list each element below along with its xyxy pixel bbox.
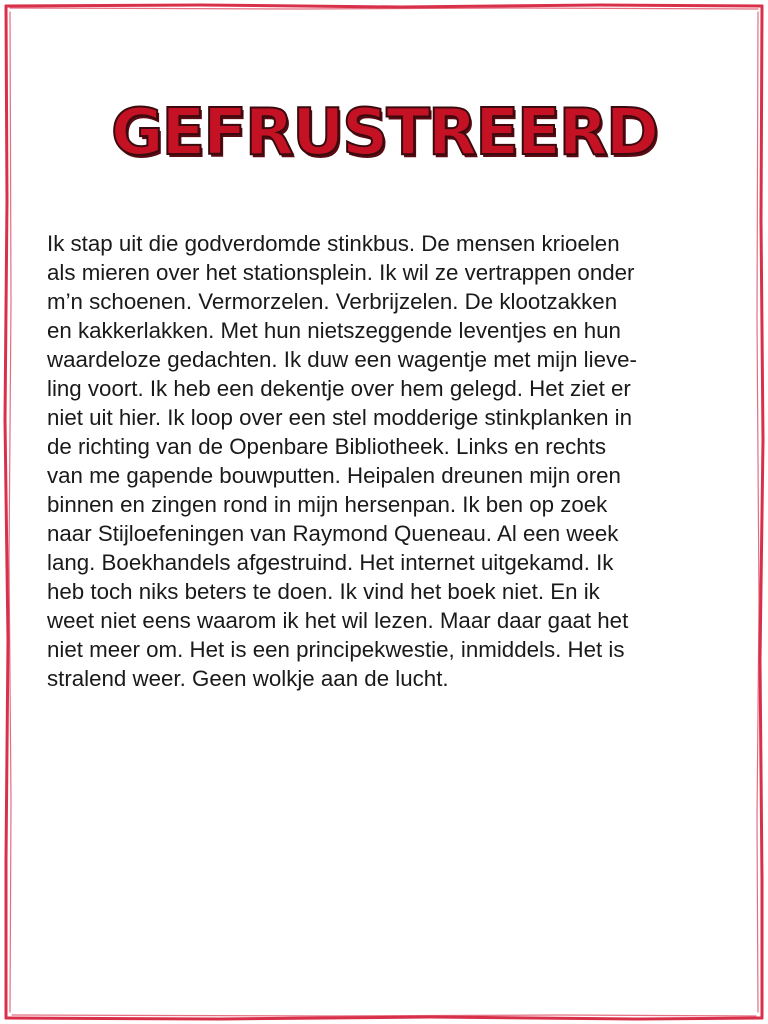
text-line: Ik stap uit die godverdomde stinkbus. De… [47, 231, 620, 256]
text-line: de richting van de Openbare Bibliotheek.… [47, 434, 607, 459]
text-line: weet niet eens waarom ik het wil lezen. … [47, 608, 629, 633]
text-line: niet meer om. Het is een principekwestie… [47, 637, 625, 662]
text-line: naar Stijloefeningen van Raymond Queneau… [47, 521, 619, 546]
text-line: ling voort. Ik heb een dekentje over hem… [47, 376, 631, 401]
page: GEFRUSTREERD Ik stap uit die godverdomde… [0, 0, 768, 1024]
text-line: binnen en zingen rond in mijn hersenpan.… [47, 492, 608, 517]
text-line: van me gapende bouwputten. Heipalen dreu… [47, 463, 621, 488]
text-line: waardeloze gedachten. Ik duw een wagentj… [47, 347, 637, 372]
text-line: en kakkerlakken. Met hun nietszeggende l… [47, 318, 621, 343]
text-line: stralend weer. Geen wolkje aan de lucht. [47, 666, 449, 691]
story-text: Ik stap uit die godverdomde stinkbus. De… [47, 229, 737, 693]
text-line: niet uit hier. Ik loop over een stel mod… [47, 405, 633, 430]
text-line: m’n schoenen. Vermorzelen. Verbrijzelen.… [47, 289, 618, 314]
text-line: als mieren over het stationsplein. Ik wi… [47, 260, 635, 285]
text-line: lang. Boekhandels afgestruind. Het inter… [47, 550, 614, 575]
page-title: GEFRUSTREERD [110, 95, 660, 171]
text-line: heb toch niks beters te doen. Ik vind he… [47, 579, 600, 604]
